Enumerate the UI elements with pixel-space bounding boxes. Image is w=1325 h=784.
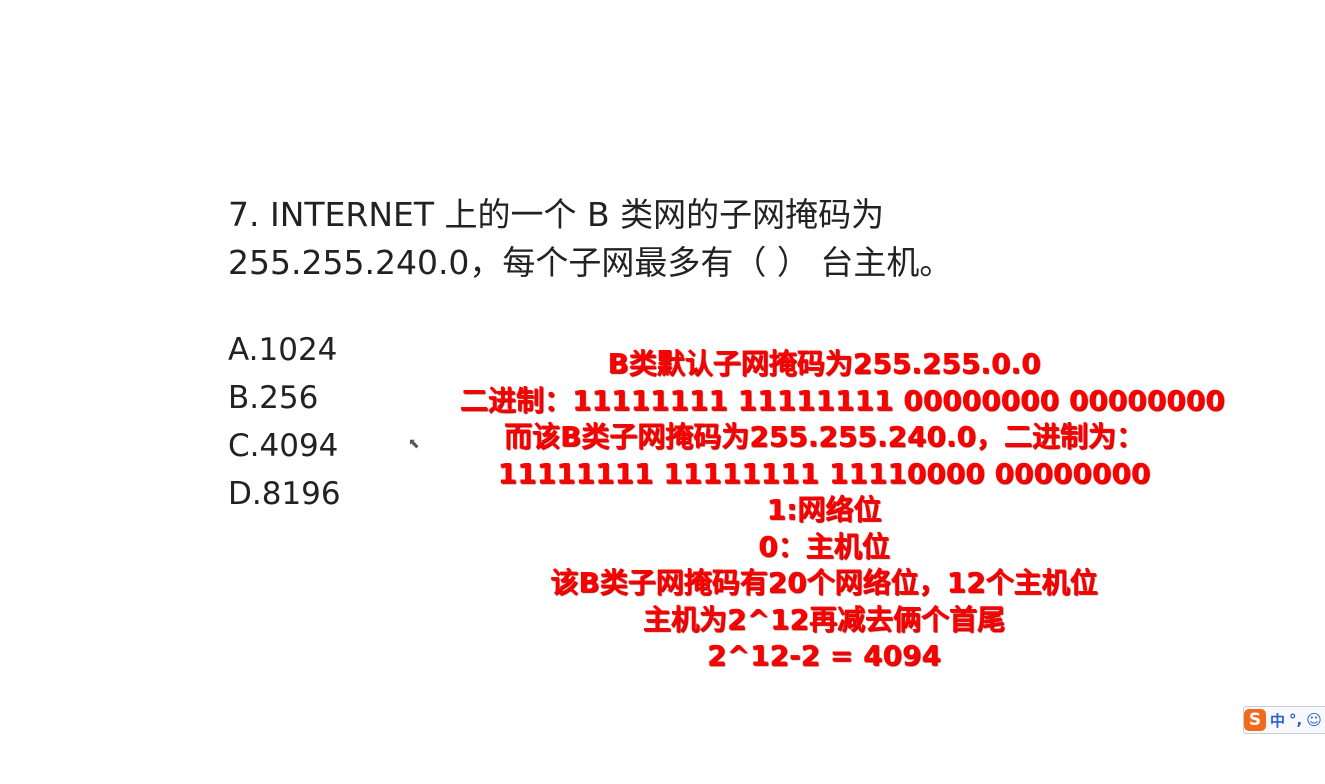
ime-toolbar[interactable]: S 中 °, ☺: [1243, 706, 1325, 734]
ime-punctuation-toggle[interactable]: °,: [1289, 711, 1302, 729]
option-d: D.8196: [228, 476, 341, 512]
emoji-icon[interactable]: ☺: [1306, 711, 1322, 729]
annotation-line: 0：主机位: [758, 529, 890, 563]
answer-annotation: B类默认子网掩码为255.255.0.0 二进制：11111111 111111…: [460, 346, 1225, 675]
annotation-line: 1:网络位: [766, 493, 882, 526]
annotation-line: 二进制：11111111 11111111 00000000 00000000: [460, 383, 1225, 417]
annotation-line: B类默认子网掩码为255.255.0.0: [607, 347, 1041, 380]
option-c: C.4094: [228, 428, 339, 464]
mouse-cursor-icon: ⬉: [408, 436, 420, 452]
annotation-line: 2^12-2 = 4094: [707, 639, 941, 672]
annotation-line: 该B类子网掩码有20个网络位，12个主机位: [550, 566, 1098, 599]
annotation-line: 而该B类子网掩码为255.255.240.0，二进制为：: [503, 420, 1145, 453]
option-b: B.256: [228, 380, 319, 416]
annotation-line: 11111111 11111111 11110000 00000000: [497, 456, 1151, 490]
question-line-2: 255.255.240.0，每个子网最多有（ ） 台主机。: [228, 243, 953, 282]
option-a: A.1024: [228, 332, 338, 368]
ime-mode-toggle[interactable]: 中: [1270, 710, 1285, 731]
sogou-logo-icon[interactable]: S: [1244, 709, 1266, 731]
question-line-1: 7. INTERNET 上的一个 B 类网的子网掩码为: [228, 195, 885, 234]
annotation-line: 主机为2^12再减去俩个首尾: [643, 602, 1005, 636]
